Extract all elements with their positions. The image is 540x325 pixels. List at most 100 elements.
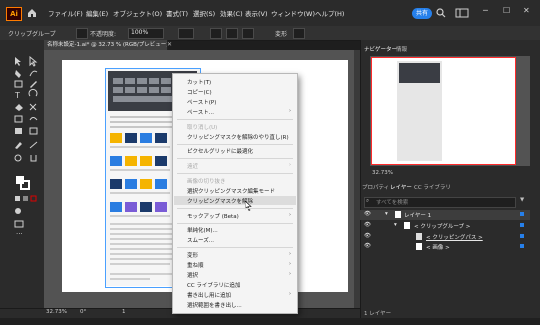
menu-item-smooth[interactable]: スムーズ... bbox=[187, 236, 214, 244]
search-icon[interactable] bbox=[436, 8, 446, 18]
close-icon[interactable]: ✕ bbox=[523, 6, 530, 15]
menu-item-select[interactable]: 選択 bbox=[187, 271, 198, 279]
layers-count: 1 レイヤー bbox=[364, 311, 392, 317]
curvature-tool-icon bbox=[29, 70, 38, 77]
visibility-eye-icon[interactable]: 👁 bbox=[364, 211, 371, 217]
menu-type[interactable]: 書式(T) bbox=[166, 8, 188, 18]
rotate-tool-icon bbox=[28, 88, 38, 97]
selection-indicator[interactable] bbox=[520, 244, 524, 248]
home-icon[interactable] bbox=[26, 7, 38, 19]
close-tab-icon[interactable]: ✕ bbox=[167, 41, 172, 48]
rotation-angle[interactable]: 0° bbox=[80, 309, 86, 315]
menu-item-undo[interactable]: 取り消し(U) bbox=[187, 123, 217, 131]
eyedropper-tool-icon bbox=[15, 142, 22, 149]
maximize-icon[interactable]: ☐ bbox=[503, 6, 510, 15]
visibility-eye-icon[interactable]: 👁 bbox=[364, 222, 371, 228]
submenu-arrow-icon: › bbox=[289, 291, 291, 297]
visibility-eye-icon[interactable]: 👁 bbox=[364, 233, 371, 239]
brush-tool-icon bbox=[30, 81, 37, 88]
opacity-label: 不透明度: bbox=[90, 31, 117, 38]
tab-cc-libraries[interactable]: CC ライブラリ bbox=[414, 183, 451, 191]
align-right-icon[interactable] bbox=[242, 28, 254, 39]
menu-file[interactable]: ファイル(F) bbox=[48, 8, 83, 18]
menu-view[interactable]: 表示(V) bbox=[245, 8, 268, 18]
mouse-cursor-icon bbox=[245, 201, 252, 211]
menu-item-arrange[interactable]: 重ね順 bbox=[187, 261, 204, 269]
menu-item-release-clipping-mask[interactable]: クリッピングマスクを解除 bbox=[187, 197, 253, 205]
image-thumbnail bbox=[416, 243, 422, 250]
tab-navigator[interactable]: ナビゲーター bbox=[364, 45, 397, 53]
menu-effect[interactable]: 効果(C) bbox=[220, 8, 243, 18]
menu-item-transform[interactable]: 変形 bbox=[187, 251, 198, 259]
clipping-path-name[interactable]: < クリッピングパス > bbox=[426, 233, 483, 241]
menu-item-simplify[interactable]: 単純化(M)... bbox=[187, 226, 218, 234]
scissors-tool-icon bbox=[29, 103, 37, 111]
zoom-level[interactable]: 32.73% bbox=[46, 309, 67, 315]
transform-label[interactable]: 変形 bbox=[275, 29, 287, 38]
menu-item-cut[interactable]: カット(T) bbox=[187, 78, 211, 86]
menu-edit[interactable]: 編集(E) bbox=[86, 8, 108, 18]
menu-item-edit-clipping-mask[interactable]: 選択クリッピングマスク編集モード bbox=[187, 187, 275, 195]
group-thumbnail bbox=[404, 222, 410, 229]
image-name[interactable]: < 画像 > bbox=[426, 243, 450, 251]
menu-divider bbox=[177, 247, 293, 248]
selection-indicator[interactable] bbox=[520, 234, 524, 238]
menu-help[interactable]: ヘルプ(H) bbox=[315, 8, 344, 18]
navigator-view-box[interactable] bbox=[371, 57, 516, 165]
warp-tool-icon bbox=[29, 117, 38, 121]
align-left-icon[interactable] bbox=[210, 28, 222, 39]
navigator-zoom[interactable]: 32.73% bbox=[372, 170, 393, 176]
artboard-number[interactable]: 1 bbox=[122, 309, 126, 315]
more-tools-icon: ··· bbox=[16, 230, 23, 236]
menu-item-perspective[interactable]: 遠近 bbox=[187, 162, 198, 170]
menu-divider bbox=[177, 173, 293, 174]
tool-icons[interactable]: T ··· bbox=[14, 56, 44, 236]
transform-icon[interactable] bbox=[293, 28, 305, 39]
layer-name[interactable]: レイヤー 1 bbox=[404, 211, 431, 219]
expand-arrow-icon[interactable]: ▾ bbox=[385, 211, 388, 217]
screen-mode-icon bbox=[14, 220, 24, 228]
selection-indicator[interactable] bbox=[520, 223, 524, 227]
menu-object[interactable]: オブジェクト(O) bbox=[113, 8, 162, 18]
minimize-icon[interactable]: ─ bbox=[483, 6, 488, 15]
tab-info[interactable]: 情報 bbox=[396, 45, 407, 53]
submenu-arrow-icon: › bbox=[289, 251, 291, 257]
clip-group-name[interactable]: < クリップグループ > bbox=[414, 222, 470, 230]
tab-layers[interactable]: レイヤー bbox=[390, 183, 412, 191]
menu-item-crop-image[interactable]: 画像の切り抜き bbox=[187, 177, 226, 185]
tab-properties[interactable]: プロパティ bbox=[362, 183, 389, 191]
menu-select[interactable]: 選択(S) bbox=[193, 8, 215, 18]
menu-window[interactable]: ウィンドウ(W) bbox=[271, 8, 315, 18]
menu-divider bbox=[177, 144, 293, 145]
menu-item-add-for-export[interactable]: 書き出し用に追加 bbox=[187, 291, 231, 299]
menu-item-mockup[interactable]: モックアップ (Beta) bbox=[187, 212, 239, 220]
menu-item-redo[interactable]: クリッピングマスクを解除のやり直し(R) bbox=[187, 133, 289, 141]
style-swatch[interactable] bbox=[178, 28, 194, 39]
workspace-icon[interactable] bbox=[455, 8, 469, 18]
expand-arrow-icon[interactable]: ▾ bbox=[394, 222, 397, 228]
share-button[interactable]: 共有 bbox=[412, 8, 432, 19]
align-center-icon[interactable] bbox=[226, 28, 238, 39]
menu-item-export-selection[interactable]: 選択範囲を書き出し... bbox=[187, 301, 242, 309]
menu-item-pixel-align[interactable]: ピクセルグリッドに最適化 bbox=[187, 147, 253, 155]
filter-icon[interactable]: ▼ bbox=[520, 197, 524, 203]
scale-tool-icon bbox=[14, 115, 23, 123]
eraser-tool-icon bbox=[15, 104, 23, 111]
type-tool-icon: T bbox=[14, 91, 20, 100]
menu-item-paste-special[interactable]: ペースト... bbox=[187, 108, 214, 116]
appearance-icon[interactable] bbox=[76, 28, 88, 39]
document-tab[interactable]: 名称未設定-1.ai* @ 32.73 % (RGB/プレビュー) bbox=[44, 40, 168, 50]
windows-taskbar bbox=[0, 318, 540, 325]
measure-tool-icon bbox=[29, 141, 38, 149]
menu-item-add-to-cc-library[interactable]: CC ライブラリに追加 bbox=[187, 281, 240, 289]
selection-indicator[interactable] bbox=[520, 212, 524, 216]
direct-selection-tool-icon bbox=[29, 56, 38, 67]
search-icon: ⌕ bbox=[366, 198, 370, 204]
menu-item-paste[interactable]: ペースト(P) bbox=[187, 98, 216, 106]
menu-item-copy[interactable]: コピー(C) bbox=[187, 88, 212, 96]
app-logo: Ai bbox=[6, 7, 22, 21]
visibility-eye-icon[interactable]: 👁 bbox=[364, 243, 371, 249]
submenu-arrow-icon: › bbox=[289, 162, 291, 168]
none-mode-icon bbox=[30, 195, 37, 202]
submenu-arrow-icon: › bbox=[289, 261, 291, 267]
